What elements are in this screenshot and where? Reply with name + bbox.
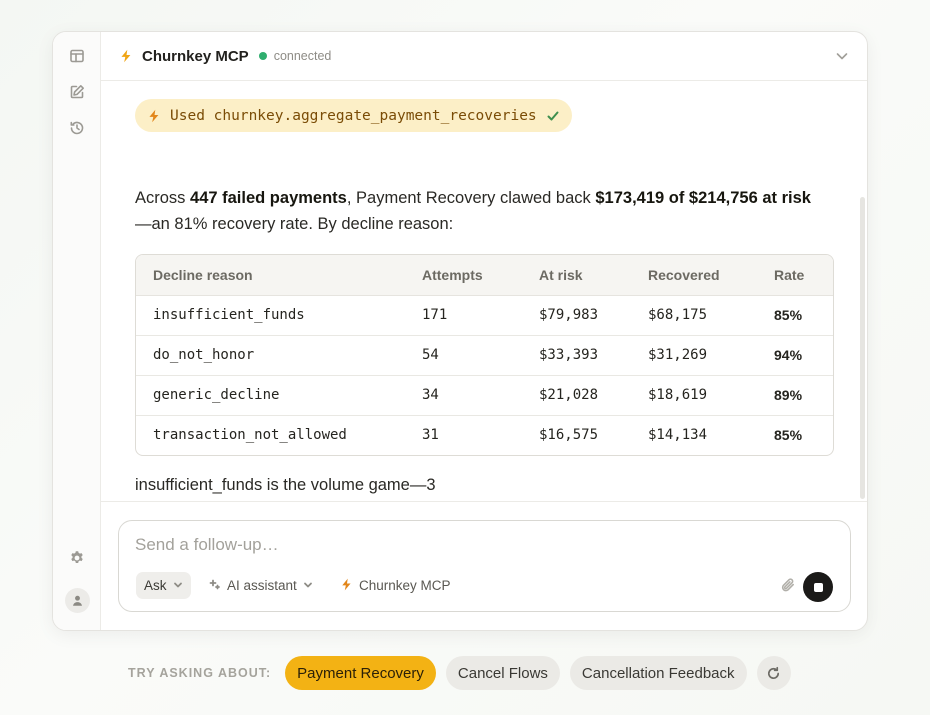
gear-icon[interactable] (67, 548, 87, 568)
composer-divider (101, 501, 867, 502)
suggestions-label: TRY ASKING ABOUT: (128, 666, 272, 680)
summary-text: Across 447 failed payments, Payment Reco… (135, 185, 835, 237)
suggestions-bar: TRY ASKING ABOUT: Payment Recovery Cance… (128, 656, 791, 690)
bolt-icon (119, 49, 133, 63)
layout-panel-icon[interactable] (67, 46, 87, 66)
cell-at-risk: $16,575 (539, 427, 599, 444)
scrollbar[interactable] (860, 197, 865, 499)
paperclip-icon[interactable] (780, 577, 796, 593)
table-row: transaction_not_allowed 31 $16,575 $14,1… (136, 415, 833, 455)
stop-icon (813, 582, 823, 592)
suggestion-payment-recovery[interactable]: Payment Recovery (285, 656, 436, 690)
cell-at-risk: $21,028 (522, 375, 631, 416)
table-row: insufficient_funds 171 $79,983 $68,175 8… (136, 295, 833, 336)
cell-recovered: $68,175 (631, 295, 757, 336)
sparkle-icon (208, 578, 221, 594)
summary-amounts: $173,419 of $214,756 at risk (595, 189, 811, 207)
message-area: Used churnkey.aggregate_payment_recoveri… (135, 81, 837, 501)
model-label: AI assistant (227, 578, 297, 593)
history-icon[interactable] (67, 118, 87, 138)
cell-recovered: $31,269 (631, 335, 757, 376)
cell-rate: 89% (757, 375, 833, 416)
col-header-rate: Rate (757, 255, 833, 296)
table-header-row: Decline reason Attempts At risk Recovere… (136, 255, 833, 296)
cell-recovered: $14,134 (648, 427, 708, 444)
chevron-down-icon[interactable] (835, 49, 849, 63)
cell-reason: insufficient_funds (136, 295, 405, 336)
refresh-icon (768, 666, 780, 679)
suggestion-cancel-flows[interactable]: Cancel Flows (445, 656, 560, 690)
bolt-icon (147, 109, 161, 123)
user-avatar-icon[interactable] (65, 588, 90, 613)
cell-attempts: 54 (405, 335, 522, 376)
streaming-text: insufficient_funds is the volume game—3 (135, 476, 436, 494)
cell-reason: generic_decline (136, 375, 405, 416)
bolt-icon (340, 578, 353, 594)
cell-attempts: 171 (405, 295, 522, 336)
col-header-reason: Decline reason (136, 255, 405, 296)
table-row: do_not_honor 54 $33,393 $31,269 94% (136, 335, 833, 376)
model-select[interactable]: AI assistant (200, 572, 321, 599)
col-header-at-risk: At risk (522, 255, 631, 296)
app-title: Churnkey MCP (142, 47, 249, 65)
check-icon (546, 109, 560, 123)
cell-reason: do_not_honor (136, 335, 405, 376)
mode-label: Ask (144, 578, 167, 593)
composer: Ask AI assistant Churnkey MCP (118, 520, 851, 612)
chevron-down-icon (173, 578, 183, 593)
summary-count: 447 failed payments (190, 189, 347, 207)
cell-reason: transaction_not_allowed (153, 427, 347, 444)
cell-at-risk: $79,983 (522, 295, 631, 336)
cell-rate: 85% (774, 427, 803, 444)
chevron-down-icon (303, 578, 313, 593)
suggestion-cancellation-feedback[interactable]: Cancellation Feedback (569, 656, 747, 690)
cell-attempts: 34 (405, 375, 522, 416)
refresh-suggestions-button[interactable] (756, 656, 791, 690)
summary-middle: , Payment Recovery clawed back (346, 189, 596, 207)
chat-window: Churnkey MCP connected Used churnkey.agg… (52, 31, 868, 631)
table-row: generic_decline 34 $21,028 $18,619 89% (136, 375, 833, 416)
sidebar-rail (53, 32, 101, 630)
tool-call-label: Used churnkey.aggregate_payment_recoveri… (170, 107, 537, 124)
cell-at-risk: $33,393 (522, 335, 631, 376)
summary-prefix: Across (135, 189, 191, 207)
tool-call-pill[interactable]: Used churnkey.aggregate_payment_recoveri… (135, 99, 572, 132)
summary-suffix: —an 81% recovery rate. By decline reason… (135, 215, 454, 233)
decline-reason-table: Decline reason Attempts At risk Recovere… (135, 254, 834, 456)
cell-recovered: $18,619 (631, 375, 757, 416)
follow-up-input[interactable] (135, 535, 735, 555)
cell-rate: 94% (757, 335, 833, 376)
tool-label: Churnkey MCP (359, 578, 451, 593)
chat-header: Churnkey MCP connected (101, 32, 867, 81)
status-dot (258, 52, 267, 60)
col-header-recovered: Recovered (631, 255, 757, 296)
mode-select[interactable]: Ask (136, 572, 191, 599)
connection-status: connected (273, 49, 332, 63)
cell-rate: 85% (757, 295, 833, 336)
edit-icon[interactable] (67, 82, 87, 102)
tool-select[interactable]: Churnkey MCP (332, 572, 459, 599)
col-header-attempts: Attempts (405, 255, 522, 296)
stop-button[interactable] (803, 572, 833, 602)
cell-attempts: 31 (422, 427, 439, 444)
